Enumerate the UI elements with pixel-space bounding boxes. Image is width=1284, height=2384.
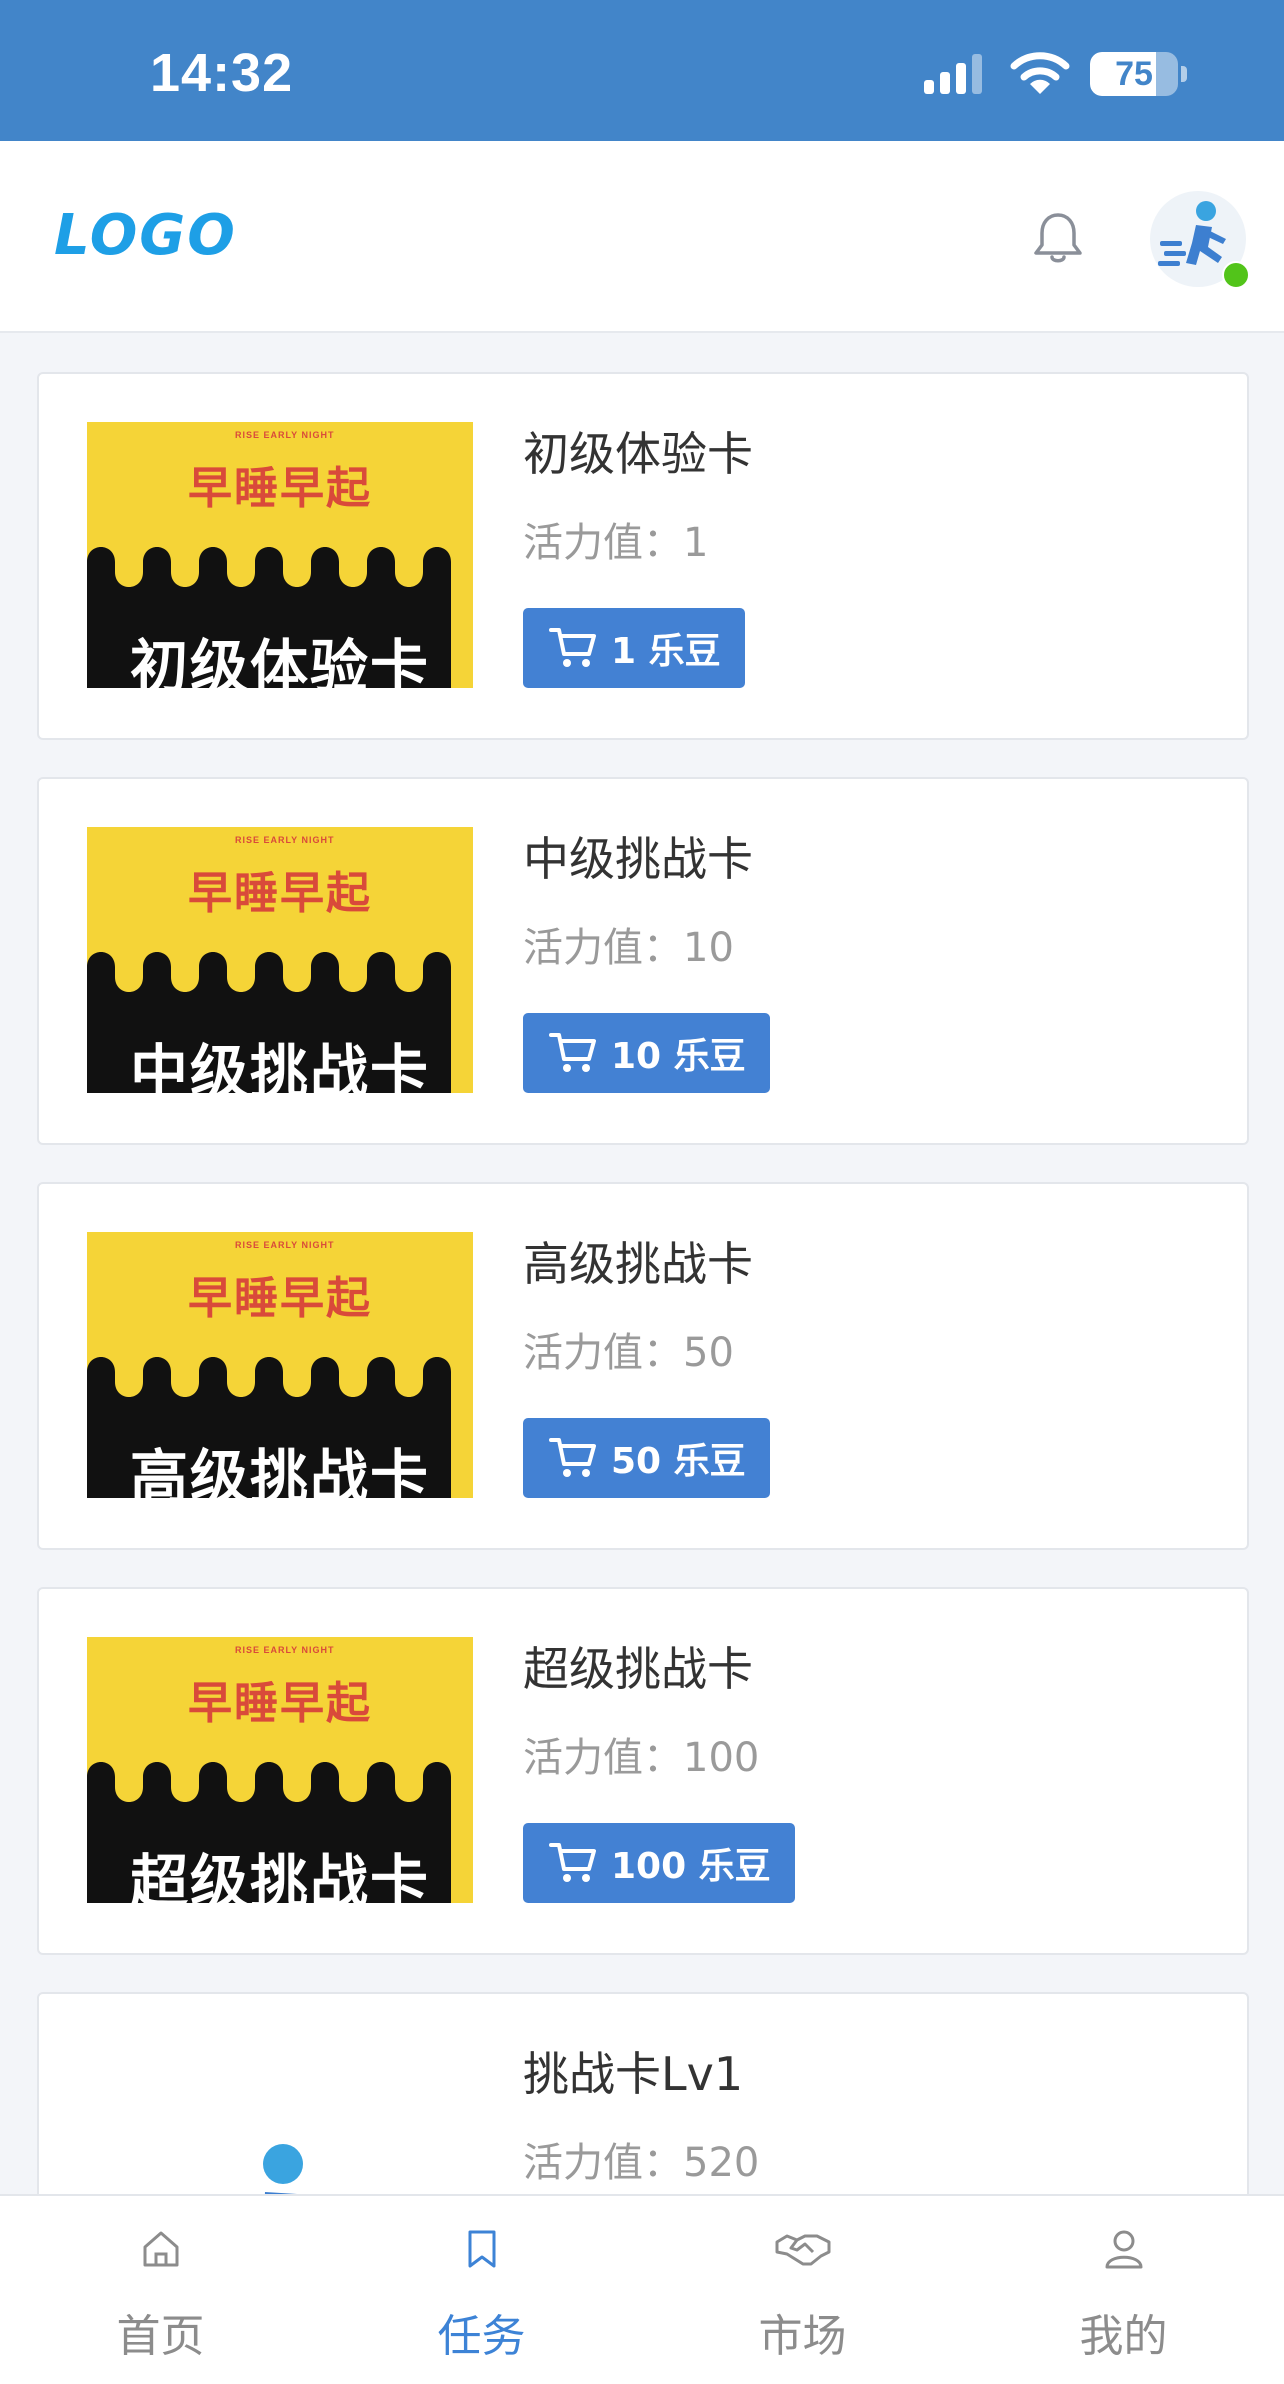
thumb-brand: 早睡早起	[188, 868, 372, 919]
product-energy: 活力值：50	[523, 1330, 734, 1376]
online-status-dot	[1222, 261, 1250, 289]
avatar[interactable]	[1150, 191, 1250, 289]
product-thumbnail: RISE EARLY NIGHT 早睡早起 中级挑战卡	[87, 827, 473, 1093]
buy-button[interactable]: 50 乐豆	[523, 1418, 770, 1498]
user-icon	[1105, 2230, 1142, 2269]
tab-home[interactable]: 首页	[0, 2196, 321, 2384]
product-card[interactable]: RISE EARLY NIGHT 早睡早起 初级体验卡 初级体验卡 活力值：1 …	[37, 372, 1249, 740]
handshake-icon	[775, 2234, 830, 2266]
product-title: 中级挑战卡	[523, 832, 753, 886]
cart-icon	[549, 1841, 597, 1885]
buy-button-label: 1 乐豆	[611, 631, 721, 672]
product-card[interactable]: RISE EARLY NIGHT 早睡早起 中级挑战卡 中级挑战卡 活力值：10…	[37, 777, 1249, 1145]
app-header: LOGO	[0, 141, 1284, 333]
wifi-icon	[1010, 52, 1070, 94]
thumb-label: 超级挑战卡	[129, 1848, 430, 1903]
product-thumbnail: RISE EARLY NIGHT 早睡早起 高级挑战卡	[87, 1232, 473, 1498]
status-bar: 14:32 75	[0, 0, 1284, 141]
thumb-brand: 早睡早起	[188, 463, 372, 514]
logo: LOGO	[54, 203, 237, 268]
product-energy: 活力值：10	[523, 925, 734, 971]
battery-icon: 75	[1090, 52, 1188, 98]
signal-icon	[924, 54, 982, 94]
buy-button-label: 10 乐豆	[611, 1036, 746, 1077]
product-energy: 活力值：520	[523, 2140, 760, 2186]
product-energy: 活力值：100	[523, 1735, 760, 1781]
tab-profile[interactable]: 我的	[963, 2196, 1284, 2384]
status-time: 14:32	[150, 43, 294, 103]
product-energy: 活力值：1	[523, 520, 709, 566]
product-card[interactable]: RISE EARLY NIGHT 早睡早起 超级挑战卡 超级挑战卡 活力值：10…	[37, 1587, 1249, 1955]
product-title: 挑战卡Lv1	[523, 2047, 744, 2101]
buy-button[interactable]: 100 乐豆	[523, 1823, 795, 1903]
product-title: 高级挑战卡	[523, 1237, 753, 1291]
cart-icon	[549, 626, 597, 670]
battery-level: 75	[1115, 55, 1153, 93]
tab-label: 任务	[437, 2311, 526, 2362]
home-icon	[143, 2231, 178, 2267]
product-thumbnail: RISE EARLY NIGHT 早睡早起 超级挑战卡	[87, 1637, 473, 1903]
thumb-label: 高级挑战卡	[129, 1443, 430, 1498]
buy-button[interactable]: 10 乐豆	[523, 1013, 770, 1093]
tab-market[interactable]: 市场	[642, 2196, 963, 2384]
cart-icon	[549, 1436, 597, 1480]
product-thumbnail: RISE EARLY NIGHT 早睡早起 初级体验卡	[87, 422, 473, 688]
thumb-label: 初级体验卡	[129, 633, 430, 688]
buy-button-label: 50 乐豆	[611, 1441, 746, 1482]
tab-label: 我的	[1079, 2311, 1168, 2362]
buy-button[interactable]: 1 乐豆	[523, 608, 745, 688]
buy-button-label: 100 乐豆	[611, 1846, 771, 1887]
bell-icon[interactable]	[1030, 209, 1086, 267]
tab-label: 市场	[758, 2311, 847, 2362]
bookmark-icon	[468, 2230, 495, 2268]
thumb-brand: 早睡早起	[188, 1273, 372, 1324]
product-title: 初级体验卡	[523, 427, 753, 481]
tab-tasks[interactable]: 任务	[321, 2196, 642, 2384]
bottom-tab-bar: 首页 任务 市场 我的	[0, 2194, 1284, 2384]
product-card[interactable]: RISE EARLY NIGHT 早睡早起 高级挑战卡 高级挑战卡 活力值：50…	[37, 1182, 1249, 1550]
product-title: 超级挑战卡	[523, 1642, 753, 1696]
thumb-label: 中级挑战卡	[129, 1038, 430, 1093]
thumb-brand: 早睡早起	[188, 1678, 372, 1729]
tab-label: 首页	[116, 2311, 205, 2362]
cart-icon	[549, 1031, 597, 1075]
